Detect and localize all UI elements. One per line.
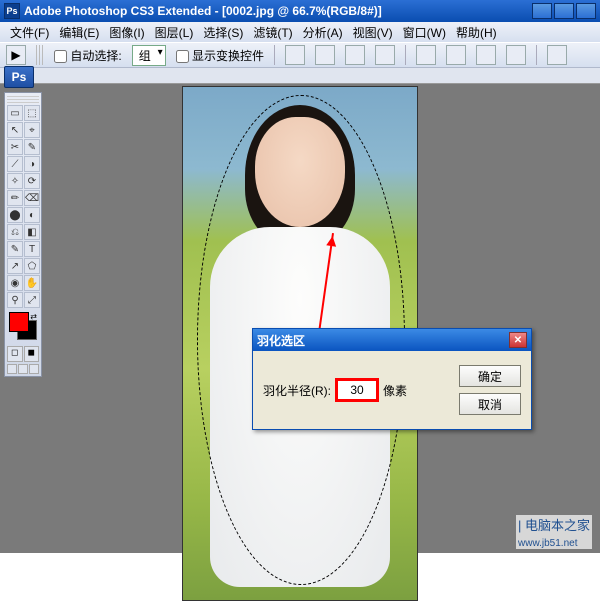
tool-button-8[interactable]: ✧ <box>7 173 23 189</box>
tool-button-6[interactable]: ⟋ <box>7 156 23 172</box>
toolbox-grip-icon[interactable] <box>7 95 39 103</box>
tool-button-2[interactable]: ↖ <box>7 122 23 138</box>
align-icon[interactable] <box>285 45 305 65</box>
tool-button-12[interactable]: ⬤ <box>7 207 23 223</box>
tool-button-11[interactable]: ⌫ <box>24 190 40 206</box>
tool-button-22[interactable]: ⚲ <box>7 292 23 308</box>
arrange-icon[interactable] <box>547 45 567 65</box>
distribute-icon[interactable] <box>416 45 436 65</box>
options-bar: ▶ 自动选择: 组 显示变换控件 <box>0 42 600 68</box>
color-swatches: ⇄ <box>7 312 39 344</box>
tool-button-1[interactable]: ⬚ <box>24 105 40 121</box>
menu-view[interactable]: 视图(V) <box>349 23 397 42</box>
distribute-icon[interactable] <box>506 45 526 65</box>
show-transform-checkbox[interactable]: 显示变换控件 <box>176 47 264 64</box>
ps-logo-icon[interactable]: Ps <box>4 66 34 88</box>
feather-radius-input[interactable]: 30 <box>337 380 377 400</box>
menu-edit[interactable]: 编辑(E) <box>55 23 103 42</box>
window-title: Adobe Photoshop CS3 Extended - [0002.jpg… <box>24 4 382 18</box>
separator <box>405 45 406 65</box>
auto-select-checkbox[interactable]: 自动选择: <box>54 47 122 64</box>
radius-label: 羽化半径(R): <box>263 382 331 399</box>
tool-button-20[interactable]: ◉ <box>7 275 23 291</box>
menu-select[interactable]: 选择(S) <box>199 23 247 42</box>
tool-button-16[interactable]: ✎ <box>7 241 23 257</box>
feather-dialog: 羽化选区 ✕ 羽化半径(R): 30 像素 确定 取消 <box>252 328 532 430</box>
tool-button-23[interactable]: ⤢ <box>24 292 40 308</box>
app-icon: Ps <box>4 3 20 19</box>
distribute-icon[interactable] <box>476 45 496 65</box>
menu-help[interactable]: 帮助(H) <box>452 23 501 42</box>
tool-button-7[interactable]: ◑ <box>24 156 40 172</box>
align-icon[interactable] <box>345 45 365 65</box>
auto-select-dropdown[interactable]: 组 <box>132 45 166 66</box>
swap-colors-icon[interactable]: ⇄ <box>30 312 37 321</box>
dialog-close-button[interactable]: ✕ <box>509 332 527 348</box>
tool-button-5[interactable]: ✎ <box>24 139 40 155</box>
align-icon[interactable] <box>375 45 395 65</box>
minimize-button[interactable] <box>532 3 552 19</box>
workspace: 羽化选区 ✕ 羽化半径(R): 30 像素 确定 取消 <box>0 68 600 553</box>
separator <box>536 45 537 65</box>
cancel-button[interactable]: 取消 <box>459 393 521 415</box>
quickmask-on-icon[interactable]: ◼ <box>24 346 40 362</box>
menu-file[interactable]: 文件(F) <box>6 23 53 42</box>
document-window-bar <box>0 68 600 84</box>
ok-button[interactable]: 确定 <box>459 365 521 387</box>
dialog-title: 羽化选区 <box>257 332 305 349</box>
tool-button-9[interactable]: ⟳ <box>24 173 40 189</box>
tool-button-21[interactable]: ✋ <box>24 275 40 291</box>
tool-button-3[interactable]: ⌖ <box>24 122 40 138</box>
tool-button-19[interactable]: ⬠ <box>24 258 40 274</box>
quickmask-off-icon[interactable]: ◻ <box>7 346 23 362</box>
dialog-titlebar[interactable]: 羽化选区 ✕ <box>253 329 531 351</box>
current-tool-icon[interactable]: ▶ <box>6 45 26 65</box>
menubar: 文件(F) 编辑(E) 图像(I) 图层(L) 选择(S) 滤镜(T) 分析(A… <box>0 22 600 42</box>
screenmode-icon[interactable] <box>7 364 17 374</box>
menu-filter[interactable]: 滤镜(T) <box>249 23 296 42</box>
tool-button-10[interactable]: ✏ <box>7 190 23 206</box>
menu-layer[interactable]: 图层(L) <box>151 23 198 42</box>
tool-button-15[interactable]: ◧ <box>24 224 40 240</box>
maximize-button[interactable] <box>554 3 574 19</box>
screenmode-icon[interactable] <box>29 364 39 374</box>
separator <box>274 45 275 65</box>
toolbox: ▭⬚↖⌖✂✎⟋◑✧⟳✏⌫⬤◐⎌◧✎T↗⬠◉✋⚲⤢ ⇄ ◻ ◼ <box>4 92 42 377</box>
screenmode-icon[interactable] <box>18 364 28 374</box>
watermark: | 电脑本之家 www.jb51.net <box>516 515 592 549</box>
grip-icon <box>36 45 44 65</box>
window-controls <box>532 3 596 19</box>
tool-button-0[interactable]: ▭ <box>7 105 23 121</box>
menu-window[interactable]: 窗口(W) <box>399 23 450 42</box>
align-icon[interactable] <box>315 45 335 65</box>
unit-label: 像素 <box>383 382 407 399</box>
menu-analysis[interactable]: 分析(A) <box>299 23 347 42</box>
close-button[interactable] <box>576 3 596 19</box>
menu-image[interactable]: 图像(I) <box>105 23 148 42</box>
foreground-color[interactable] <box>9 312 29 332</box>
tool-button-14[interactable]: ⎌ <box>7 224 23 240</box>
distribute-icon[interactable] <box>446 45 466 65</box>
tool-button-17[interactable]: T <box>24 241 40 257</box>
tool-button-18[interactable]: ↗ <box>7 258 23 274</box>
tool-button-13[interactable]: ◐ <box>24 207 40 223</box>
window-titlebar: Ps Adobe Photoshop CS3 Extended - [0002.… <box>0 0 600 22</box>
tool-button-4[interactable]: ✂ <box>7 139 23 155</box>
